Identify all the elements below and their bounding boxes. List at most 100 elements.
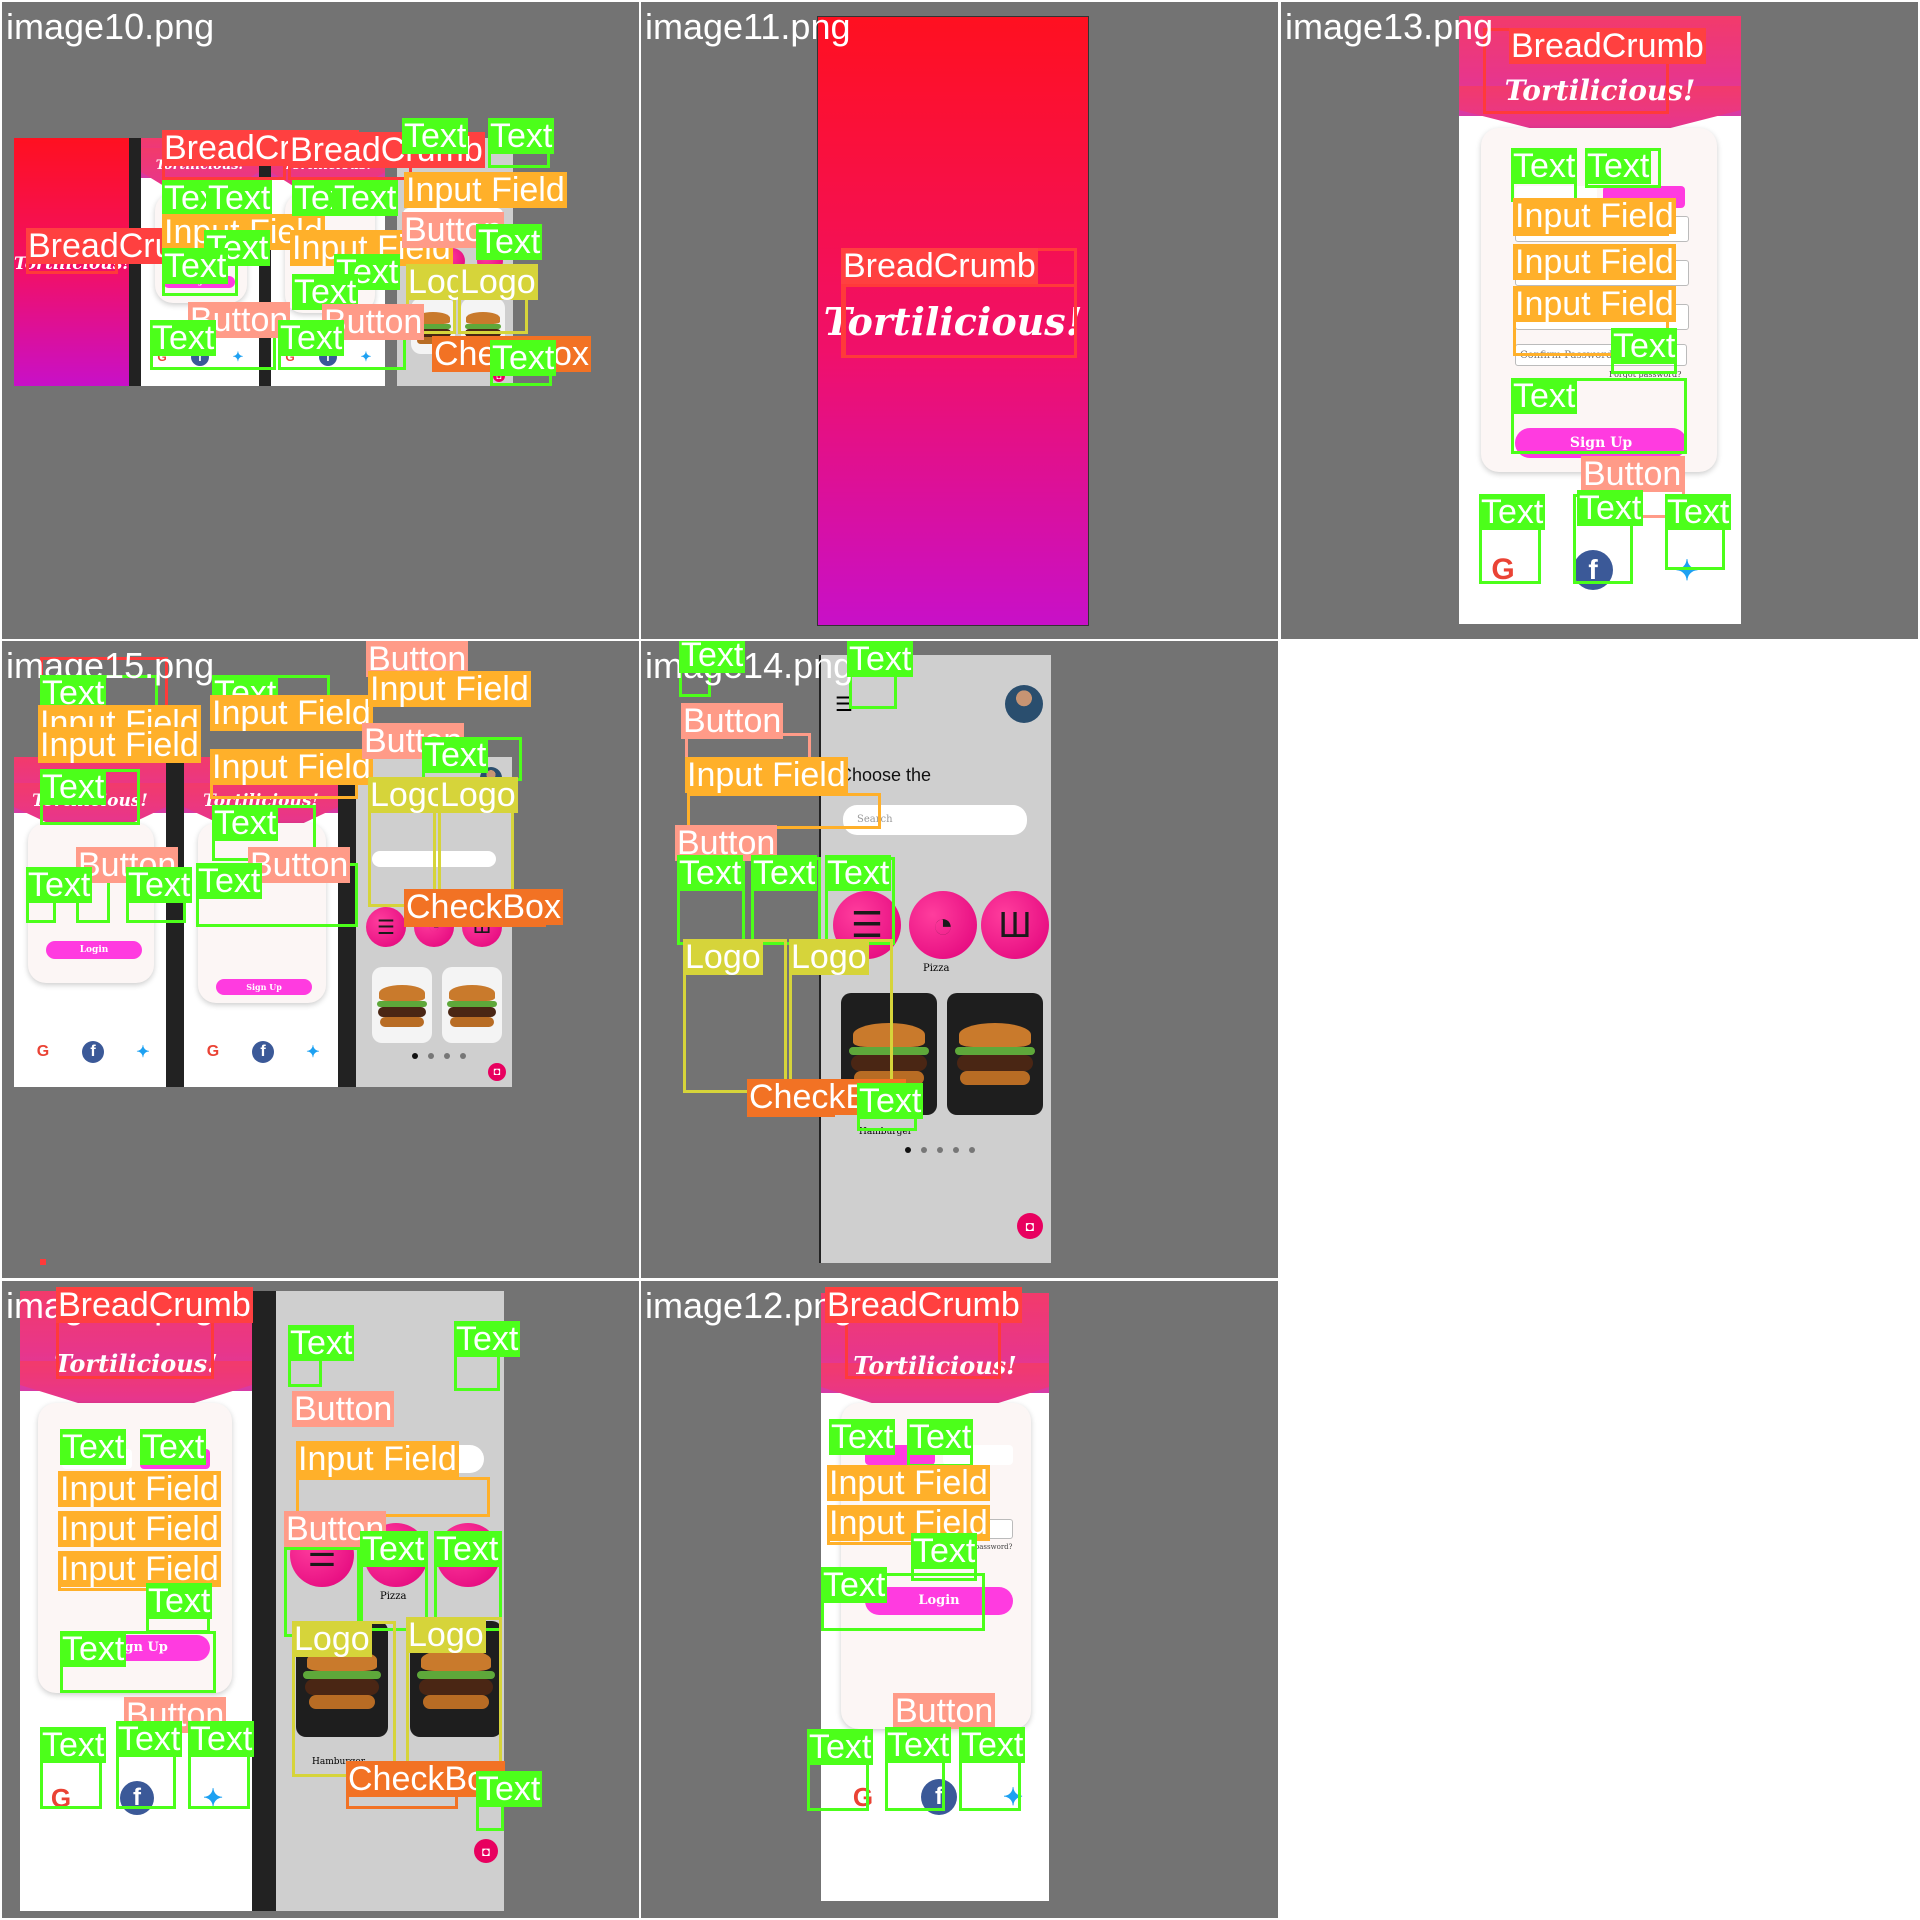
annotation-label: Text xyxy=(490,339,557,377)
annotation-label: Text xyxy=(206,179,273,217)
food-card[interactable] xyxy=(442,967,502,1043)
twitter-icon[interactable]: ✦ xyxy=(357,348,375,366)
google-icon[interactable]: G xyxy=(32,1041,54,1063)
facebook-icon[interactable]: f xyxy=(921,1779,957,1815)
twitter-icon[interactable]: ✦ xyxy=(1667,550,1707,590)
menu-icon[interactable]: ☰ xyxy=(835,695,857,715)
annotation-label: Input Field xyxy=(210,748,373,786)
login-button[interactable]: Login xyxy=(46,941,142,959)
annotation-label: Text xyxy=(150,319,217,357)
divider xyxy=(252,1291,276,1911)
annotation-label: Text xyxy=(422,736,489,774)
annotation-label: Text xyxy=(807,1728,874,1766)
burger-icon[interactable]: ☰ xyxy=(366,907,406,947)
forgot-password-link[interactable]: Forgot password? xyxy=(1609,370,1681,379)
annotation-label: Text xyxy=(476,1770,543,1808)
twitter-icon[interactable]: ✦ xyxy=(995,1779,1031,1815)
search-input[interactable]: Search xyxy=(843,805,1027,835)
annotation-label: Input Field xyxy=(827,1464,990,1502)
divider xyxy=(338,757,356,1087)
annotation-label: Text xyxy=(26,866,93,904)
annotation-label: Logo xyxy=(292,1620,372,1658)
annotation-box xyxy=(40,1259,46,1265)
annotation-label: Logo xyxy=(438,776,518,814)
facebook-icon[interactable]: f xyxy=(82,1041,104,1063)
annotation-label: Text xyxy=(1479,493,1546,531)
annotation-label: Input Field xyxy=(1513,197,1676,235)
annotation-label: Text xyxy=(116,1720,183,1758)
annotation-label: Text xyxy=(162,247,229,285)
annotation-label: Text xyxy=(1665,493,1732,531)
annotation-label: Text xyxy=(60,1428,127,1466)
carousel-dots[interactable] xyxy=(905,1147,975,1153)
annotation-label: Text xyxy=(885,1726,952,1764)
annotation-label: Input Field xyxy=(1513,285,1676,323)
annotation-label: Text xyxy=(1511,147,1578,185)
search-input[interactable] xyxy=(372,851,496,867)
food-card[interactable] xyxy=(372,967,432,1043)
annotation-label: Text xyxy=(332,179,399,217)
cart-icon[interactable]: ◘ xyxy=(1017,1213,1043,1239)
annotation-label: Input Field xyxy=(368,670,531,708)
annotation-label: Text xyxy=(677,854,744,892)
annotation-label: Button xyxy=(292,1390,395,1428)
carousel-dots[interactable] xyxy=(412,1053,466,1059)
tile-image16: image16.png Tortilicious! Confirm Passwo… xyxy=(2,1281,639,1918)
fries-icon[interactable]: Ш xyxy=(981,891,1049,959)
annotation-label: Text xyxy=(821,1566,888,1604)
cart-icon[interactable]: ◘ xyxy=(474,1839,498,1863)
annotation-label: Logo xyxy=(458,263,538,301)
food-card[interactable] xyxy=(947,993,1043,1115)
annotation-label: Text xyxy=(829,1418,896,1456)
facebook-icon[interactable]: f xyxy=(1573,550,1613,590)
annotation-label: Input Field xyxy=(1513,243,1676,281)
annotation-label: Text xyxy=(679,641,746,673)
twitter-icon[interactable]: ✦ xyxy=(229,348,247,366)
facebook-icon[interactable]: f xyxy=(120,1781,154,1815)
google-icon[interactable]: G xyxy=(202,1041,224,1063)
annotation-label: Button xyxy=(893,1692,996,1730)
annotation-label: BreadCrumb xyxy=(1509,27,1706,65)
annotation-label: Button xyxy=(681,702,784,740)
choose-heading: Choose the xyxy=(839,765,932,785)
annotation-label: CheckBox xyxy=(404,888,563,926)
annotation-label: Input Field xyxy=(296,1440,459,1478)
annotation-label: Input Field xyxy=(38,726,201,764)
annotation-label: Button xyxy=(1581,455,1684,493)
annotation-label: Input Field xyxy=(58,1470,221,1508)
annotation-label: Text xyxy=(402,117,469,155)
annotation-label: Text xyxy=(278,319,345,357)
brand-title: Tortilicious! xyxy=(54,1349,218,1378)
category-label: Pizza xyxy=(923,963,950,974)
tile-filename: image14.png xyxy=(645,645,854,686)
brand-title: Tortilicious! xyxy=(823,299,1083,344)
facebook-icon[interactable]: f xyxy=(252,1041,274,1063)
splash-screen: Tortilicious! xyxy=(817,16,1089,626)
twitter-icon[interactable]: ✦ xyxy=(132,1041,154,1063)
google-icon[interactable]: G xyxy=(845,1779,881,1815)
cart-icon[interactable]: ◘ xyxy=(488,1063,506,1081)
signup-button[interactable]: Sign Up xyxy=(216,979,312,995)
home-screen: ☰ Choose the Search ☰ ◔ Ш Pizza Hamburge… xyxy=(276,1291,504,1911)
google-icon[interactable]: G xyxy=(44,1781,78,1815)
divider xyxy=(166,757,184,1087)
annotation-label: Text xyxy=(1611,327,1678,365)
category-label: Pizza xyxy=(380,1591,407,1602)
brand-title: Tortilicious! xyxy=(1504,74,1696,107)
twitter-icon[interactable]: ✦ xyxy=(196,1781,230,1815)
annotation-label: Text xyxy=(1577,489,1644,527)
tile-filename: image15.png xyxy=(6,645,215,686)
pizza-icon[interactable]: ◔ xyxy=(909,891,977,959)
google-icon[interactable]: G xyxy=(1483,550,1523,590)
annotation-label: Text xyxy=(825,854,892,892)
tile-image14: image14.png ☰ Choose the Search ☰ ◔ Ш Pi… xyxy=(641,641,1278,1278)
annotation-label: Text xyxy=(188,1720,255,1758)
annotation-label: Input Field xyxy=(58,1510,221,1548)
signup-button[interactable]: Sign Up xyxy=(1515,428,1687,458)
twitter-icon[interactable]: ✦ xyxy=(302,1041,324,1063)
login-screen: Tortilicious! Login G f ✦ xyxy=(14,757,166,1087)
annotation-label: Text xyxy=(434,1530,501,1568)
tile-filename: image11.png xyxy=(645,6,851,47)
annotation-label: Text xyxy=(360,1530,427,1568)
avatar-icon[interactable] xyxy=(1005,685,1043,723)
